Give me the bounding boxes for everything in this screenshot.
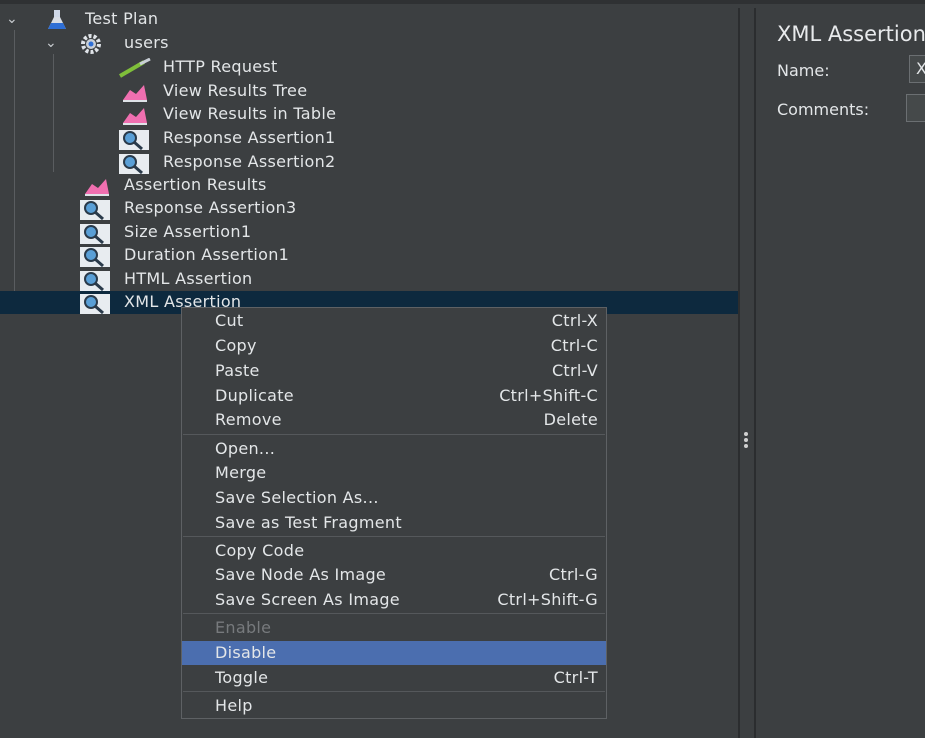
drag-handle-icon[interactable] bbox=[744, 432, 748, 450]
menu-item-label: Merge bbox=[215, 463, 267, 482]
tree-node-view-results-tree[interactable]: View Results Tree bbox=[0, 80, 738, 103]
menu-separator bbox=[183, 613, 605, 614]
gear-icon bbox=[80, 34, 102, 54]
pipette-icon bbox=[118, 57, 151, 78]
menu-item-shortcut: Ctrl-X bbox=[551, 311, 598, 330]
menu-item-toggle[interactable]: Toggle Ctrl-T bbox=[182, 666, 606, 690]
menu-item-copy-code[interactable]: Copy Code bbox=[182, 539, 606, 563]
comments-label: Comments: bbox=[777, 100, 870, 119]
menu-item-shortcut: Ctrl-T bbox=[553, 668, 598, 687]
magnifier-icon bbox=[79, 246, 110, 268]
name-label: Name: bbox=[777, 61, 830, 80]
comments-field[interactable] bbox=[906, 94, 925, 122]
menu-item-duplicate[interactable]: Duplicate Ctrl+Shift-C bbox=[182, 384, 606, 408]
menu-item-label: Save Node As Image bbox=[215, 565, 387, 584]
magnifier-icon bbox=[79, 199, 110, 221]
magnifier-icon bbox=[79, 223, 110, 245]
tree-node-label: Test Plan bbox=[85, 9, 159, 28]
tree-node-label: HTML Assertion bbox=[124, 269, 253, 288]
menu-item-label: Save Selection As... bbox=[215, 488, 379, 507]
menu-item-help[interactable]: Help bbox=[182, 694, 606, 718]
tree-node-label: Response Assertion3 bbox=[124, 198, 297, 217]
tree-node-assertion-results[interactable]: Assertion Results bbox=[0, 174, 738, 197]
chart-icon bbox=[84, 176, 109, 196]
menu-item-save-node-image[interactable]: Save Node As Image Ctrl-G bbox=[182, 563, 606, 587]
tree-node-label: Size Assertion1 bbox=[124, 222, 252, 241]
chevron-down-icon[interactable]: ⌄ bbox=[45, 35, 57, 51]
tree-node-response-assertion2[interactable]: Response Assertion2 bbox=[0, 151, 738, 175]
menu-item-label: Copy Code bbox=[215, 541, 305, 560]
chart-icon bbox=[122, 82, 147, 102]
tree-node-label: View Results in Table bbox=[163, 104, 337, 123]
tree-node-html-assertion[interactable]: HTML Assertion bbox=[0, 268, 738, 292]
magnifier-icon bbox=[118, 153, 149, 175]
menu-item-disable[interactable]: Disable bbox=[182, 641, 606, 665]
tree-node-http-request[interactable]: HTTP Request bbox=[0, 56, 738, 79]
menu-item-label: Paste bbox=[215, 361, 260, 380]
menu-item-merge[interactable]: Merge bbox=[182, 461, 606, 485]
magnifier-icon bbox=[79, 270, 110, 292]
menu-separator bbox=[183, 536, 605, 537]
menu-item-label: Help bbox=[215, 696, 253, 715]
flask-icon bbox=[46, 10, 68, 30]
name-field[interactable]: X bbox=[909, 55, 925, 83]
menu-item-enable: Enable bbox=[182, 616, 606, 640]
menu-item-save-screen-image[interactable]: Save Screen As Image Ctrl+Shift-G bbox=[182, 588, 606, 612]
menu-separator bbox=[183, 691, 605, 692]
tree-node-response-assertion1[interactable]: Response Assertion1 bbox=[0, 127, 738, 151]
menu-item-label: Enable bbox=[215, 618, 272, 637]
menu-item-remove[interactable]: Remove Delete bbox=[182, 408, 606, 432]
context-menu: Cut Ctrl-X Copy Ctrl-C Paste Ctrl-V Dupl… bbox=[181, 307, 607, 719]
tree-node-label: Duration Assertion1 bbox=[124, 245, 290, 264]
menu-item-shortcut: Delete bbox=[543, 410, 598, 429]
menu-item-label: Save Screen As Image bbox=[215, 590, 400, 609]
tree-node-duration-assertion1[interactable]: Duration Assertion1 bbox=[0, 244, 738, 268]
tree-node-label: Assertion Results bbox=[124, 175, 267, 194]
menu-item-shortcut: Ctrl-V bbox=[551, 361, 598, 380]
magnifier-icon bbox=[79, 293, 110, 315]
menu-item-save-selection[interactable]: Save Selection As... bbox=[182, 486, 606, 510]
splitter-edge bbox=[754, 8, 756, 738]
tree-node-test-plan[interactable]: ⌄ Test Plan bbox=[0, 8, 738, 31]
menu-item-shortcut: Ctrl-C bbox=[550, 336, 598, 355]
menu-item-label: Toggle bbox=[215, 668, 269, 687]
menu-item-label: Save as Test Fragment bbox=[215, 513, 402, 532]
tree-node-thread-group[interactable]: ⌄ users bbox=[0, 32, 738, 55]
element-editor-panel: XML Assertion Name: X Comments: bbox=[758, 8, 925, 738]
pane-splitter[interactable] bbox=[738, 8, 756, 738]
menu-item-shortcut: Ctrl-G bbox=[548, 565, 598, 584]
tree-node-response-assertion3[interactable]: Response Assertion3 bbox=[0, 197, 738, 221]
tree-node-label: users bbox=[124, 33, 169, 52]
splitter-edge bbox=[738, 8, 740, 738]
chart-icon bbox=[122, 105, 147, 125]
menu-item-label: Cut bbox=[215, 311, 244, 330]
tree-node-label: Response Assertion2 bbox=[163, 152, 336, 171]
panel-title: XML Assertion bbox=[777, 22, 925, 46]
menu-item-label: Duplicate bbox=[215, 386, 294, 405]
name-field-value: X bbox=[916, 59, 925, 78]
menu-item-label: Remove bbox=[215, 410, 282, 429]
menu-item-shortcut: Ctrl+Shift-G bbox=[497, 590, 598, 609]
menu-item-label: Disable bbox=[215, 643, 277, 662]
tree-node-view-results-table[interactable]: View Results in Table bbox=[0, 103, 738, 126]
menu-item-cut[interactable]: Cut Ctrl-X bbox=[182, 309, 606, 333]
tree-node-label: Response Assertion1 bbox=[163, 128, 336, 147]
menu-item-label: Open... bbox=[215, 439, 276, 458]
magnifier-icon bbox=[118, 129, 149, 151]
tree-node-label: HTTP Request bbox=[163, 57, 278, 76]
tree-node-label: View Results Tree bbox=[163, 81, 308, 100]
chevron-down-icon[interactable]: ⌄ bbox=[6, 11, 18, 27]
menu-separator bbox=[183, 434, 605, 435]
menu-item-copy[interactable]: Copy Ctrl-C bbox=[182, 334, 606, 358]
tree-node-size-assertion1[interactable]: Size Assertion1 bbox=[0, 221, 738, 245]
menu-item-save-fragment[interactable]: Save as Test Fragment bbox=[182, 511, 606, 535]
menu-item-shortcut: Ctrl+Shift-C bbox=[499, 386, 598, 405]
menu-item-open[interactable]: Open... bbox=[182, 437, 606, 461]
menu-item-label: Copy bbox=[215, 336, 257, 355]
menu-item-paste[interactable]: Paste Ctrl-V bbox=[182, 359, 606, 383]
